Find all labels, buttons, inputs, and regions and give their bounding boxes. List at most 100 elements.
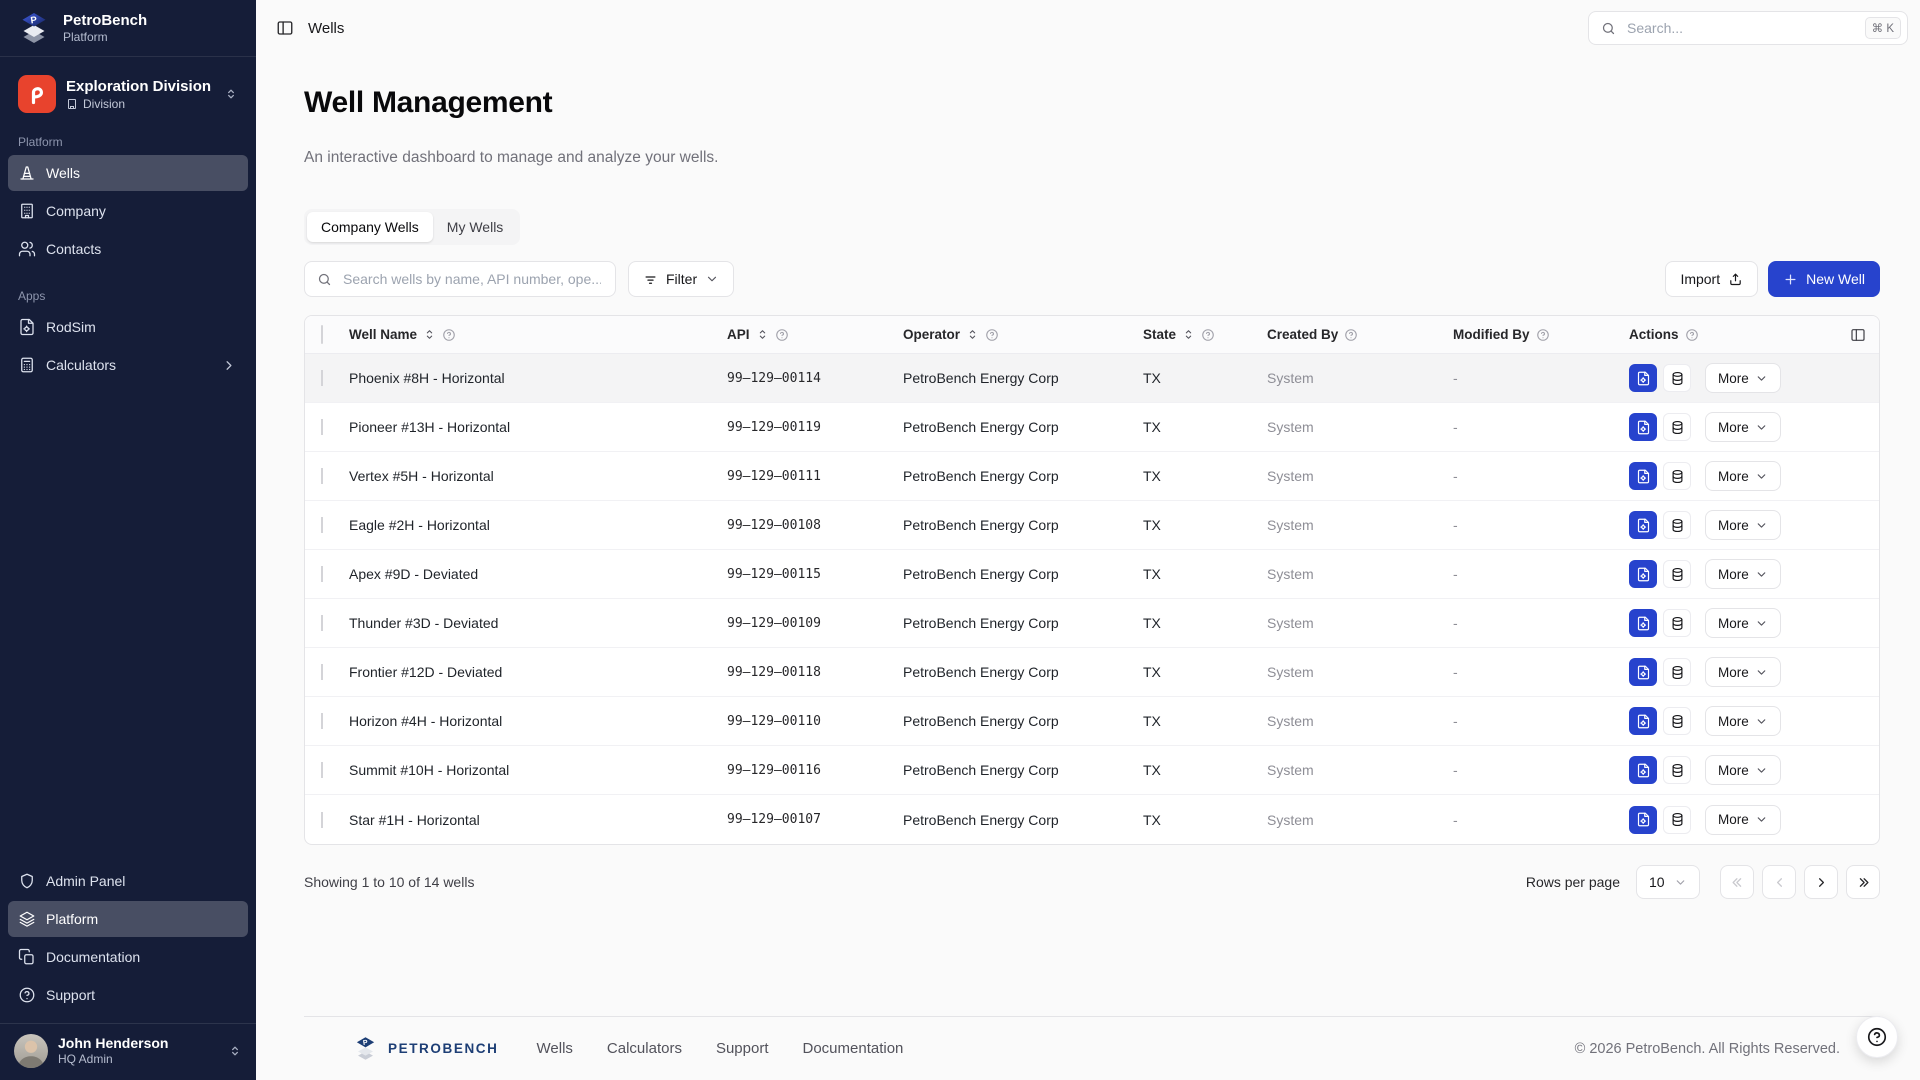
sort-icon[interactable] <box>756 328 769 341</box>
rodsim-action-button[interactable] <box>1629 560 1657 588</box>
sidebar-item-admin-panel[interactable]: Admin Panel <box>8 863 248 899</box>
column-header[interactable]: Created By <box>1267 327 1453 342</box>
last-page-button[interactable] <box>1846 865 1880 899</box>
more-button[interactable]: More <box>1705 657 1781 687</box>
column-header[interactable]: API <box>727 327 903 342</box>
table-row[interactable]: Frontier #12D - Deviated 99–129–00118 Pe… <box>305 648 1879 697</box>
table-row[interactable]: Thunder #3D - Deviated 99–129–00109 Petr… <box>305 599 1879 648</box>
panel-left-icon[interactable] <box>276 19 294 37</box>
rows-per-page-select[interactable]: 10 <box>1636 865 1700 899</box>
row-checkbox[interactable] <box>321 812 323 828</box>
row-checkbox[interactable] <box>321 566 323 582</box>
row-checkbox[interactable] <box>321 517 323 533</box>
rodsim-action-button[interactable] <box>1629 707 1657 735</box>
table-row[interactable]: Eagle #2H - Horizontal 99–129–00108 Petr… <box>305 501 1879 550</box>
more-button[interactable]: More <box>1705 755 1781 785</box>
footer-link-documentation[interactable]: Documentation <box>803 1040 904 1057</box>
select-all-checkbox[interactable] <box>321 325 323 344</box>
sort-icon[interactable] <box>966 328 979 341</box>
database-action-button[interactable] <box>1663 658 1691 686</box>
sidebar-item-support[interactable]: Support <box>8 977 248 1013</box>
database-action-button[interactable] <box>1663 364 1691 392</box>
filter-button[interactable]: Filter <box>628 261 734 297</box>
table-row[interactable]: Summit #10H - Horizontal 99–129–00116 Pe… <box>305 746 1879 795</box>
database-action-button[interactable] <box>1663 756 1691 784</box>
database-action-button[interactable] <box>1663 806 1691 834</box>
table-row[interactable]: Star #1H - Horizontal 99–129–00107 Petro… <box>305 795 1879 844</box>
sidebar-item-platform[interactable]: Platform <box>8 901 248 937</box>
team-switcher[interactable]: Exploration Division Division <box>10 69 246 119</box>
table-row[interactable]: Phoenix #8H - Horizontal 99–129–00114 Pe… <box>305 354 1879 403</box>
rodsim-action-button[interactable] <box>1629 658 1657 686</box>
database-action-button[interactable] <box>1663 707 1691 735</box>
table-row[interactable]: Vertex #5H - Horizontal 99–129–00111 Pet… <box>305 452 1879 501</box>
sort-icon[interactable] <box>423 328 436 341</box>
wells-search[interactable] <box>304 261 616 297</box>
footer-brand[interactable]: P PETROBENCH <box>352 1035 499 1062</box>
sidebar-item-contacts[interactable]: Contacts <box>8 231 248 267</box>
more-button[interactable]: More <box>1705 805 1781 835</box>
rodsim-action-button[interactable] <box>1629 609 1657 637</box>
table-row[interactable]: Pioneer #13H - Horizontal 99–129–00119 P… <box>305 403 1879 452</box>
row-checkbox[interactable] <box>321 713 323 729</box>
database-action-button[interactable] <box>1663 511 1691 539</box>
rodsim-action-button[interactable] <box>1629 364 1657 392</box>
well-name-cell[interactable]: Frontier #12D - Deviated <box>349 664 727 680</box>
well-name-cell[interactable]: Phoenix #8H - Horizontal <box>349 370 727 386</box>
row-checkbox[interactable] <box>321 419 323 435</box>
next-page-button[interactable] <box>1804 865 1838 899</box>
column-header[interactable]: Operator <box>903 327 1143 342</box>
database-action-button[interactable] <box>1663 560 1691 588</box>
more-button[interactable]: More <box>1705 608 1781 638</box>
table-row[interactable]: Horizon #4H - Horizontal 99–129–00110 Pe… <box>305 697 1879 746</box>
well-name-cell[interactable]: Eagle #2H - Horizontal <box>349 517 727 533</box>
well-name-cell[interactable]: Horizon #4H - Horizontal <box>349 713 727 729</box>
well-name-cell[interactable]: Star #1H - Horizontal <box>349 812 727 828</box>
sidebar-item-wells[interactable]: Wells <box>8 155 248 191</box>
import-button[interactable]: Import <box>1665 261 1758 297</box>
more-button[interactable]: More <box>1705 510 1781 540</box>
help-fab-button[interactable] <box>1856 1016 1898 1058</box>
row-checkbox[interactable] <box>321 664 323 680</box>
global-search[interactable]: ⌘ K <box>1588 11 1908 45</box>
sort-icon[interactable] <box>1182 328 1195 341</box>
tab-my-wells[interactable]: My Wells <box>433 212 518 242</box>
user-menu[interactable]: John Henderson HQ Admin <box>0 1023 256 1080</box>
footer-link-calculators[interactable]: Calculators <box>607 1040 682 1057</box>
database-action-button[interactable] <box>1663 413 1691 441</box>
tab-company-wells[interactable]: Company Wells <box>307 212 433 242</box>
rodsim-action-button[interactable] <box>1629 756 1657 784</box>
sidebar-item-documentation[interactable]: Documentation <box>8 939 248 975</box>
columns-toggle-icon[interactable] <box>1850 327 1866 343</box>
table-row[interactable]: Apex #9D - Deviated 99–129–00115 PetroBe… <box>305 550 1879 599</box>
column-header[interactable]: Modified By <box>1453 327 1629 342</box>
new-well-button[interactable]: New Well <box>1768 261 1880 297</box>
column-header[interactable]: State <box>1143 327 1267 342</box>
column-header[interactable]: Well Name <box>349 327 727 342</box>
more-button[interactable]: More <box>1705 559 1781 589</box>
sidebar-item-company[interactable]: Company <box>8 193 248 229</box>
rodsim-action-button[interactable] <box>1629 462 1657 490</box>
footer-link-support[interactable]: Support <box>716 1040 769 1057</box>
more-button[interactable]: More <box>1705 412 1781 442</box>
rodsim-action-button[interactable] <box>1629 413 1657 441</box>
more-button[interactable]: More <box>1705 461 1781 491</box>
well-name-cell[interactable]: Vertex #5H - Horizontal <box>349 468 727 484</box>
well-name-cell[interactable]: Thunder #3D - Deviated <box>349 615 727 631</box>
wells-search-input[interactable] <box>341 270 603 288</box>
more-button[interactable]: More <box>1705 363 1781 393</box>
row-checkbox[interactable] <box>321 468 323 484</box>
sidebar-item-calculators[interactable]: Calculators <box>8 347 248 383</box>
row-checkbox[interactable] <box>321 762 323 778</box>
footer-link-wells[interactable]: Wells <box>537 1040 573 1057</box>
database-action-button[interactable] <box>1663 609 1691 637</box>
well-name-cell[interactable]: Pioneer #13H - Horizontal <box>349 419 727 435</box>
well-name-cell[interactable]: Apex #9D - Deviated <box>349 566 727 582</box>
row-checkbox[interactable] <box>321 615 323 631</box>
first-page-button[interactable] <box>1720 865 1754 899</box>
column-header[interactable]: Actions <box>1629 327 1879 342</box>
previous-page-button[interactable] <box>1762 865 1796 899</box>
database-action-button[interactable] <box>1663 462 1691 490</box>
row-checkbox[interactable] <box>321 370 323 386</box>
more-button[interactable]: More <box>1705 706 1781 736</box>
